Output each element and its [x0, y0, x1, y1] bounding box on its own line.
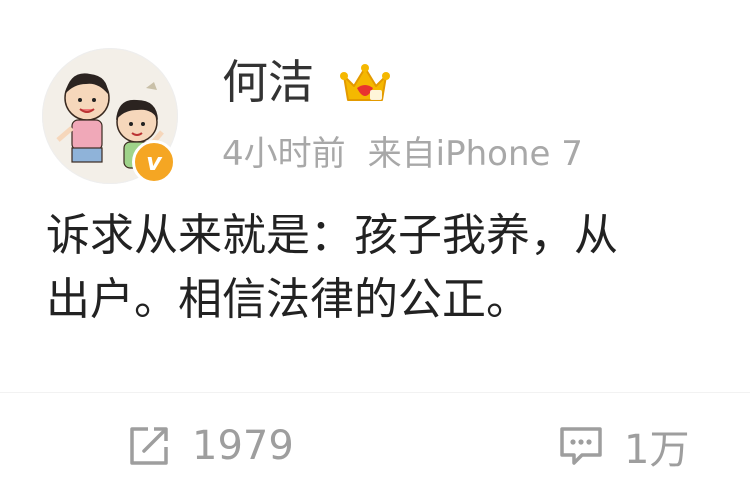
footer-divider: [0, 392, 750, 393]
comment-count: 1万: [624, 427, 690, 473]
comment-bubble-icon: [560, 427, 602, 465]
post-source: 来自iPhone 7: [367, 134, 583, 174]
repost-edit-icon: [130, 427, 168, 465]
weibo-post-card: v 何洁 4小时前 来自iPhone 7 诉求从来就是：孩子我养，从 出户。相信法…: [0, 0, 750, 500]
crown-member-icon[interactable]: [340, 62, 390, 106]
post-content[interactable]: 诉求从来就是：孩子我养，从 出户。相信法律的公正。: [46, 204, 750, 332]
repost-button[interactable]: 1979: [124, 418, 294, 474]
post-timestamp: 4小时前: [222, 134, 346, 174]
post-content-line: 出户。相信法律的公正。: [46, 274, 530, 325]
username[interactable]: 何洁: [222, 52, 314, 112]
verified-badge-icon: v: [132, 140, 176, 184]
repost-count: 1979: [192, 423, 294, 469]
comment-button[interactable]: 1万: [556, 418, 689, 474]
post-content-line: 诉求从来就是：孩子我养，从: [46, 210, 618, 261]
post-meta: 4小时前 来自iPhone 7: [222, 130, 583, 178]
